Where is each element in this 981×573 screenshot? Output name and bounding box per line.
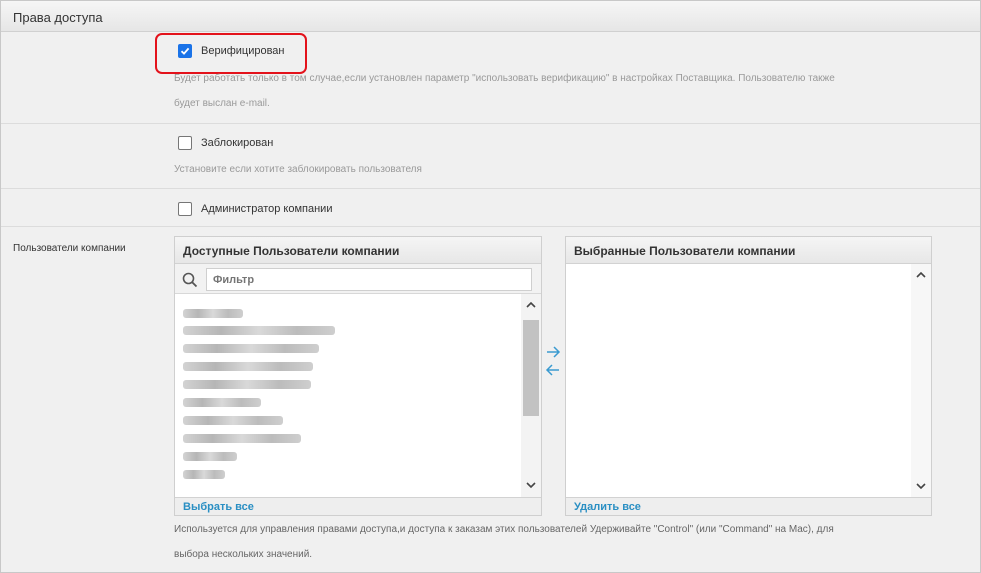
available-scrollbar[interactable] <box>521 294 541 497</box>
arrow-left-icon[interactable] <box>545 363 561 377</box>
list-item[interactable] <box>183 380 311 389</box>
verified-hint-line2: будет выслан e-mail. <box>174 98 270 109</box>
blocked-option[interactable]: Заблокирован <box>178 136 273 150</box>
selected-footer: Удалить все <box>566 497 931 515</box>
panel-header: Права доступа <box>1 1 980 32</box>
list-item[interactable] <box>183 452 237 461</box>
list-item[interactable] <box>183 344 319 353</box>
remove-all-link[interactable]: Удалить все <box>574 501 641 513</box>
admin-label: Администратор компании <box>201 203 333 215</box>
row-divider <box>1 226 980 227</box>
company-users-hint-line1: Используется для управления правами дост… <box>174 524 834 535</box>
selected-users-list[interactable] <box>566 264 931 497</box>
blocked-label: Заблокирован <box>201 137 274 149</box>
filter-input[interactable] <box>206 268 532 291</box>
search-icon <box>182 272 198 288</box>
list-item[interactable] <box>183 362 313 371</box>
list-item[interactable] <box>183 470 225 479</box>
blocked-checkbox[interactable] <box>178 136 192 150</box>
chevron-up-icon[interactable] <box>525 299 537 311</box>
list-item[interactable] <box>183 326 335 335</box>
panel-title: Права доступа <box>13 10 103 25</box>
scroll-thumb[interactable] <box>523 320 539 416</box>
available-users-title: Доступные Пользователи компании <box>175 237 541 264</box>
row-divider <box>1 123 980 124</box>
available-users-list[interactable] <box>175 294 541 497</box>
list-item[interactable] <box>183 398 261 407</box>
arrow-right-icon[interactable] <box>545 345 561 359</box>
admin-checkbox[interactable] <box>178 202 192 216</box>
access-rights-panel: Права доступа Верифицирован Будет работа… <box>0 0 981 573</box>
company-users-label: Пользователи компании <box>13 243 126 254</box>
selected-users-box: Выбранные Пользователи компании Удалить … <box>565 236 932 516</box>
chevron-down-icon[interactable] <box>525 479 537 491</box>
list-item[interactable] <box>183 309 243 318</box>
company-users-hint-line2: выбора нескольких значений. <box>174 549 313 560</box>
company-users-hint: Используется для управления правами дост… <box>174 517 934 567</box>
available-footer: Выбрать все <box>175 497 541 515</box>
available-users-box: Доступные Пользователи компании Фильтр В… <box>174 236 542 516</box>
admin-option[interactable]: Администратор компании <box>178 202 332 216</box>
blocked-hint: Установите если хотите заблокировать пол… <box>174 164 422 175</box>
list-item[interactable] <box>183 416 283 425</box>
filter-bar <box>175 264 541 294</box>
select-all-link[interactable]: Выбрать все <box>183 501 254 513</box>
chevron-down-icon[interactable] <box>915 480 927 492</box>
list-item[interactable] <box>183 434 301 443</box>
selected-scrollbar[interactable] <box>911 264 931 497</box>
selected-users-title: Выбранные Пользователи компании <box>566 237 931 264</box>
chevron-up-icon[interactable] <box>915 269 927 281</box>
row-divider <box>1 188 980 189</box>
verified-hint-line1: Будет работать только в том случае,если … <box>174 73 835 84</box>
